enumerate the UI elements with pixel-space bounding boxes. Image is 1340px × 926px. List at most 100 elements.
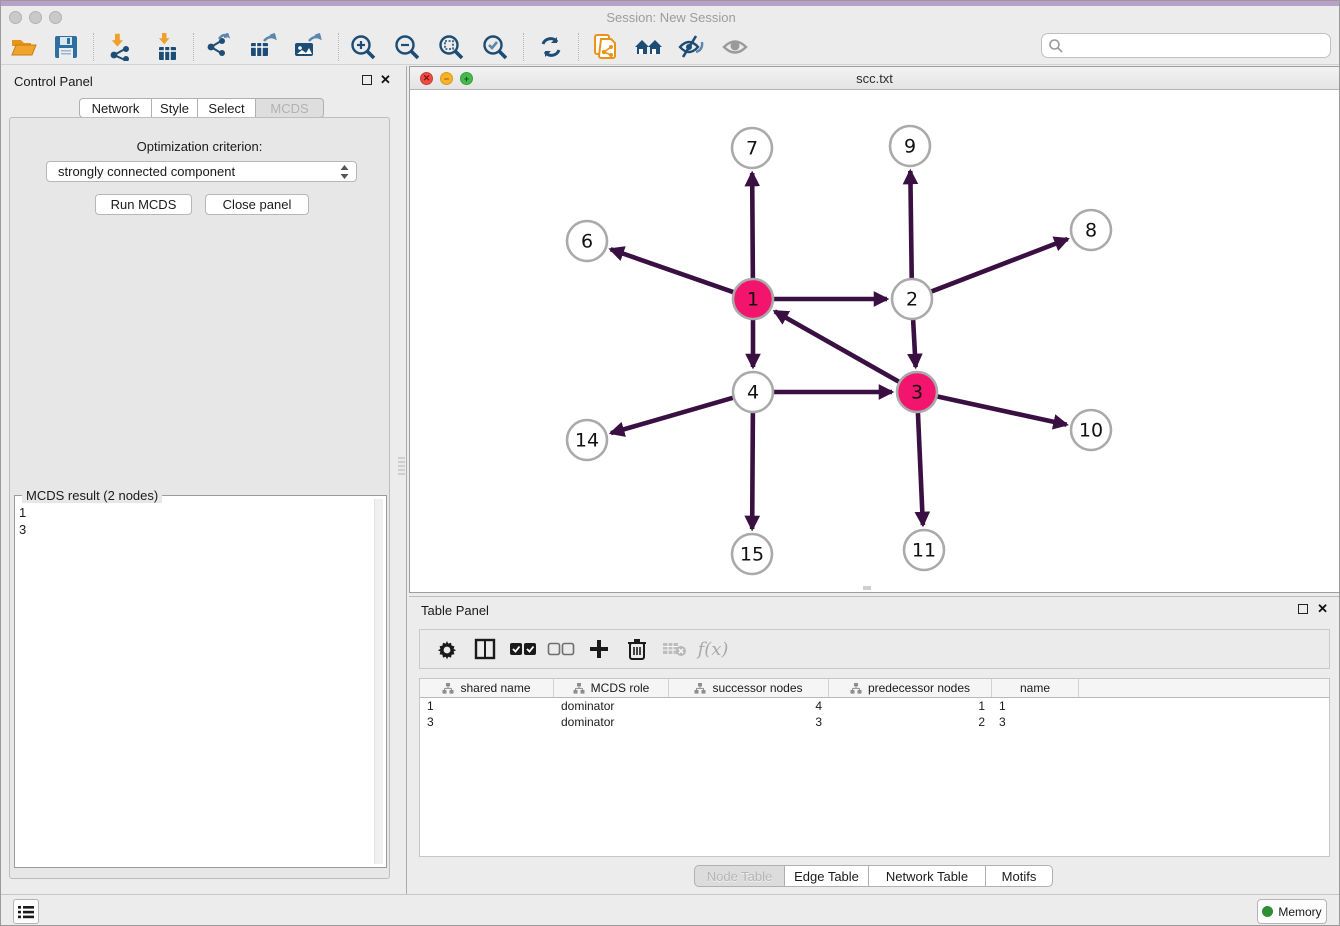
deselect-all-icon[interactable] [542,642,580,656]
select-stepper-icon [339,164,350,180]
svg-text:8: 8 [1085,220,1097,242]
splitter-handle[interactable] [398,457,405,475]
svg-text:15: 15 [740,544,764,566]
save-session-icon[interactable] [48,30,84,64]
close-panel-icon[interactable]: ✕ [380,72,391,88]
close-table-panel-icon[interactable]: ✕ [1317,601,1328,617]
graph-edge-3-1[interactable] [775,311,899,381]
search-input[interactable] [1064,39,1330,53]
task-history-button[interactable] [13,899,39,924]
column-header-shared-name[interactable]: shared name [420,679,554,697]
tab-select[interactable]: Select [198,98,256,118]
svg-text:2: 2 [906,289,918,311]
graph-node-10[interactable]: 10 [1071,410,1111,450]
column-header-MCDS-role[interactable]: MCDS role [554,679,669,697]
table-cell[interactable]: 1 [420,698,554,714]
node-table[interactable]: shared nameMCDS rolesuccessor nodesprede… [419,678,1330,857]
clone-network-icon[interactable] [588,30,624,64]
search-field[interactable] [1041,33,1331,58]
float-panel-icon[interactable] [362,75,372,85]
table-row[interactable]: 1dominator411 [420,698,1329,714]
tab-motifs[interactable]: Motifs [986,865,1053,887]
table-cell[interactable]: 3 [669,714,829,730]
table-row[interactable]: 3dominator323 [420,714,1329,730]
zoom-fit-icon[interactable] [433,30,469,64]
run-mcds-button[interactable]: Run MCDS [95,194,192,215]
graph-node-9[interactable]: 9 [890,126,930,166]
table-cell[interactable]: dominator [554,698,669,714]
refresh-icon[interactable] [533,30,569,64]
graph-edge-2-3[interactable] [913,320,916,367]
zoom-out-icon[interactable] [389,30,425,64]
add-row-icon[interactable] [580,638,618,660]
graph-node-2[interactable]: 2 [892,279,932,319]
mcds-result-text[interactable]: 1 3 [19,504,368,538]
import-table-icon[interactable] [149,30,185,64]
graph-edge-1-6[interactable] [611,249,734,292]
graph-edge-1-7[interactable] [752,173,753,278]
tab-mcds[interactable]: MCDS [256,98,324,118]
import-network-icon[interactable] [103,30,139,64]
graph-node-7[interactable]: 7 [732,128,772,168]
tab-network[interactable]: Network [79,98,152,118]
table-cell[interactable]: 1 [829,698,992,714]
svg-text:10: 10 [1079,420,1103,442]
graph-edge-2-9[interactable] [910,171,911,278]
show-graphics-icon[interactable] [717,30,753,64]
zoom-in-icon[interactable] [345,30,381,64]
home-view-icon[interactable] [631,30,667,64]
memory-button[interactable]: Memory [1257,899,1327,924]
graph-node-1[interactable]: 1 [733,279,773,319]
tab-edge-table[interactable]: Edge Table [785,865,869,887]
settings-gear-icon[interactable] [428,638,466,660]
graph-node-6[interactable]: 6 [567,221,607,261]
svg-text:4: 4 [747,382,759,404]
delete-icon[interactable] [618,638,656,660]
tab-network-table[interactable]: Network Table [869,865,986,887]
network-canvas[interactable]: 7 9 6 8 1 2 4 3 14 10 15 11 [411,90,1340,593]
graph-node-11[interactable]: 11 [904,530,944,570]
graph-node-14[interactable]: 14 [567,420,607,460]
column-header-predecessor-nodes[interactable]: predecessor nodes [829,679,992,697]
graph-node-4[interactable]: 4 [733,372,773,412]
table-cell[interactable]: 4 [669,698,829,714]
table-cell[interactable]: 1 [992,698,1079,714]
export-image-icon[interactable] [289,30,325,64]
graph-edge-2-8[interactable] [932,239,1068,291]
column-header-successor-nodes[interactable]: successor nodes [669,679,829,697]
graph-edge-4-15[interactable] [752,413,753,529]
criterion-select[interactable]: strongly connected component [46,161,357,182]
close-panel-button[interactable]: Close panel [205,194,309,215]
graph-node-15[interactable]: 15 [732,534,772,574]
graph-edge-3-11[interactable] [918,413,923,525]
tab-style[interactable]: Style [152,98,198,118]
tab-node-table[interactable]: Node Table [694,865,785,887]
graph-node-3[interactable]: 3 [897,372,937,412]
column-layout-icon[interactable] [466,638,504,660]
canvas-splitter-handle[interactable] [863,586,871,590]
graph-edge-3-10[interactable] [938,396,1067,424]
result-scrollbar[interactable] [374,499,383,864]
export-table-icon[interactable] [245,30,281,64]
zoom-selected-icon[interactable] [477,30,513,64]
optimization-criterion-label: Optimization criterion: [10,139,389,154]
table-cell[interactable]: 3 [420,714,554,730]
control-panel-header: Control Panel ✕ [1,66,398,96]
open-file-icon[interactable] [6,30,42,64]
graph-node-8[interactable]: 8 [1071,210,1111,250]
application-window: Session: New Session [0,0,1340,926]
table-cell[interactable]: 3 [992,714,1079,730]
column-header-name[interactable]: name [992,679,1079,697]
vertical-splitter[interactable] [406,66,407,894]
float-table-panel-icon[interactable] [1298,604,1308,614]
select-all-icon[interactable] [504,642,542,656]
memory-label: Memory [1278,905,1321,919]
table-cell[interactable]: dominator [554,714,669,730]
toolbar-separator [93,33,94,61]
export-network-icon[interactable] [201,30,237,64]
graph-edge-4-14[interactable] [611,398,733,433]
mcds-result-group: MCDS result (2 nodes) 1 3 [14,495,387,868]
table-cell[interactable]: 2 [829,714,992,730]
hide-graphics-icon[interactable] [673,30,709,64]
main-toolbar [1,29,1340,65]
